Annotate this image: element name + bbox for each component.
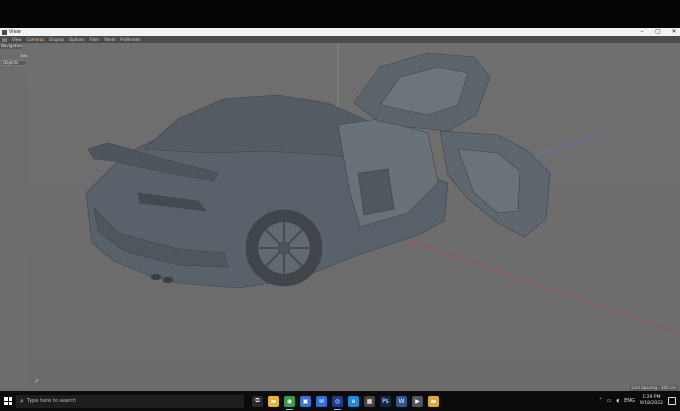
taskbar-search[interactable]: ⌕ Type here to search <box>16 394 244 408</box>
tab-navigation[interactable]: Navigation <box>0 43 23 49</box>
search-icon: ⌕ <box>20 396 24 405</box>
pinned-apps: ⧉ ▬ ◉ ▣ ✉ ◎ e ▦ Ps W ▶ ▬ <box>252 395 439 410</box>
close-button[interactable]: ✕ <box>670 28 678 36</box>
system-tray: ˄ ▭ ◖ ENG 1:29 PM 9/18/2022 <box>599 391 676 411</box>
menu-display[interactable]: Display <box>49 36 64 43</box>
folder-icon[interactable]: ▬ <box>428 395 439 407</box>
menu-handle-icon[interactable] <box>2 37 7 42</box>
panel-label: Tabs <box>20 54 28 58</box>
file-explorer-icon[interactable]: ▬ <box>268 395 279 407</box>
objects-button[interactable]: Objects <box>1 60 27 66</box>
windows-logo-icon <box>4 397 12 405</box>
menu-bar: View Cameras Display Options Filter Pane… <box>0 36 680 43</box>
store-icon[interactable]: ▣ <box>300 395 311 407</box>
clock[interactable]: 1:29 PM 9/18/2022 <box>640 395 663 407</box>
app-icon <box>2 29 7 35</box>
viewport-scene <box>85 43 680 334</box>
network-icon[interactable]: ▭ <box>607 398 612 404</box>
left-panel: Navigation Tabs Objects <box>0 43 28 391</box>
menu-options[interactable]: Options <box>69 36 84 43</box>
window-controls: – ▢ ✕ <box>638 28 678 36</box>
minimize-button[interactable]: – <box>638 28 646 36</box>
menu-cameras[interactable]: Cameras <box>27 36 45 43</box>
menu-view[interactable]: View <box>12 36 22 43</box>
word-icon[interactable]: W <box>396 395 407 407</box>
language-indicator[interactable]: ENG <box>624 398 635 404</box>
edge-icon[interactable]: e <box>348 395 359 407</box>
menu-prorender[interactable]: ProRender <box>120 36 141 43</box>
clock-date: 9/18/2022 <box>639 401 663 406</box>
mail-icon[interactable]: ✉ <box>316 395 327 407</box>
window-title: View <box>9 29 21 35</box>
axis-gizmo-icon: ↗ <box>34 378 40 385</box>
cinema4d-icon[interactable]: ◎ <box>332 395 343 410</box>
screen: View – ▢ ✕ View Cameras Display Options … <box>0 0 680 411</box>
app-icon[interactable]: ▦ <box>364 395 375 407</box>
task-view-icon[interactable]: ⧉ <box>252 395 263 407</box>
notification-icon[interactable] <box>668 397 676 405</box>
volume-icon[interactable]: ◖ <box>617 398 620 404</box>
3d-viewport[interactable]: ↗ Grid Spacing : 100 cm <box>28 43 680 391</box>
taskbar: ⌕ Type here to search ⧉ ▬ ◉ ▣ ✉ ◎ e ▦ Ps W ▶ ▬ ˄ ▭ … <box>0 391 680 411</box>
maximize-button[interactable]: ▢ <box>654 28 662 36</box>
tray-chevron-icon[interactable]: ˄ <box>599 398 602 404</box>
menu-panel[interactable]: Panel <box>104 36 115 43</box>
start-button[interactable] <box>0 391 16 411</box>
media-icon[interactable]: ▶ <box>412 395 423 407</box>
menu-filter[interactable]: Filter <box>89 36 99 43</box>
top-black-strip <box>0 0 680 28</box>
title-bar: View – ▢ ✕ <box>0 28 680 36</box>
x-axis-line <box>385 232 680 334</box>
car-model <box>85 52 551 289</box>
photoshop-icon[interactable]: Ps <box>380 395 391 407</box>
search-placeholder: Type here to search <box>26 398 77 404</box>
chrome-icon[interactable]: ◉ <box>284 395 295 410</box>
